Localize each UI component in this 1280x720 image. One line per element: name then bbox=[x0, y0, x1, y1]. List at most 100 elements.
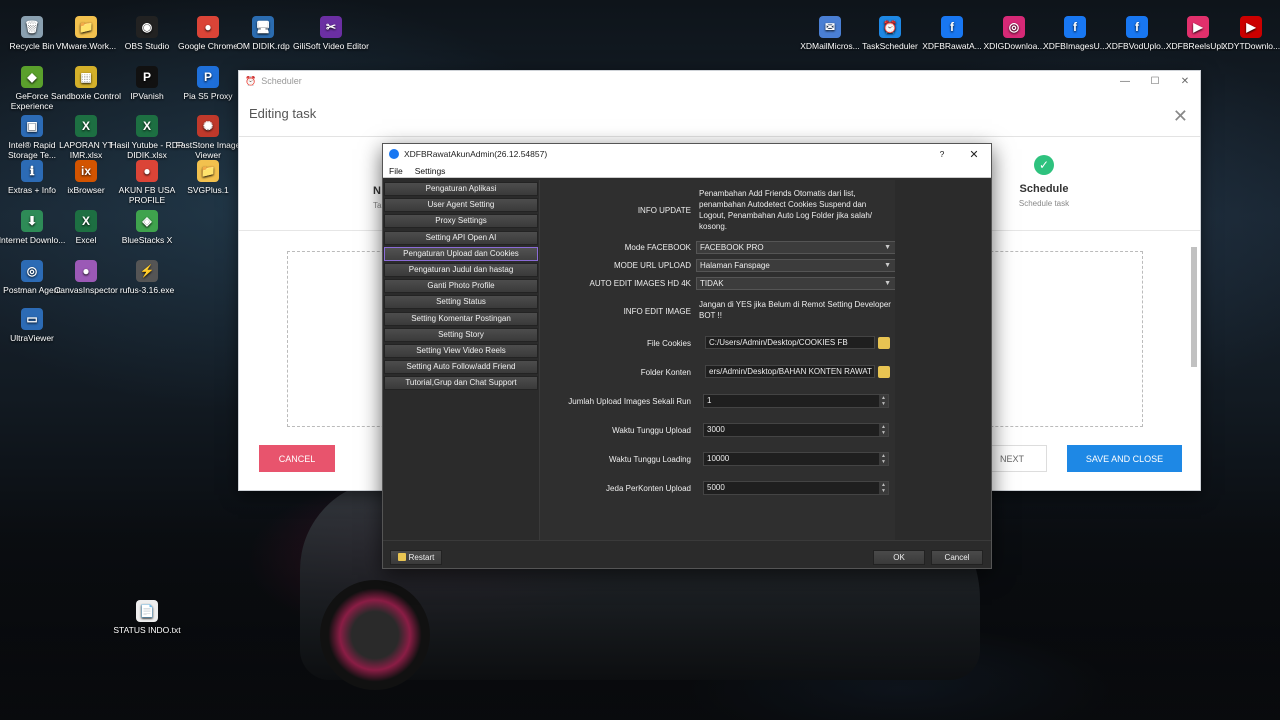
settings-form: INFO UPDATE Penambahan Add Friends Otoma… bbox=[539, 180, 896, 540]
nav-item[interactable]: Pengaturan Judul dan hastag bbox=[384, 262, 538, 277]
menu-file[interactable]: File bbox=[383, 164, 409, 177]
auto-edit-label: AUTO EDIT IMAGES HD 4K bbox=[589, 279, 691, 288]
close-icon[interactable]: ✕ bbox=[957, 148, 991, 161]
file-cookies-input[interactable]: C:/Users/Admin/Desktop/COOKIES FB bbox=[705, 336, 875, 349]
desktop-icon-label: FastStone Image Viewer bbox=[175, 140, 241, 160]
restart-button[interactable]: Restart bbox=[390, 550, 442, 565]
right-panel bbox=[895, 180, 991, 540]
jeda-spinbox[interactable]: 5000 ▲ ▼ bbox=[703, 481, 889, 495]
desktop-icon-label: Pia S5 Proxy bbox=[183, 91, 233, 101]
nav-item[interactable]: User Agent Setting bbox=[384, 198, 538, 213]
minimize-icon[interactable]: — bbox=[1110, 76, 1140, 87]
info-update-text: Penambahan Add Friends Otomatis dari lis… bbox=[699, 189, 873, 231]
info-edit-text: Jangan di YES jika Belum di Remot Settin… bbox=[699, 300, 891, 320]
step-schedule: ✓ Schedule Schedule task bbox=[1009, 155, 1079, 208]
mode-facebook-select[interactable]: FACEBOOK PRO ▼ bbox=[696, 241, 896, 254]
spin-arrows-icon[interactable]: ▲ ▼ bbox=[879, 453, 888, 465]
app-icon: ⬇ bbox=[21, 210, 43, 232]
mode-url-select[interactable]: Halaman Fanspage ▼ bbox=[696, 259, 896, 272]
row-tunggu-loading: Waktu Tunggu Loading 10000 ▲ ▼ bbox=[540, 452, 896, 468]
close-icon[interactable]: ✕ bbox=[1170, 76, 1200, 87]
restart-icon bbox=[397, 553, 406, 561]
clock-icon: ⏰ bbox=[245, 75, 257, 86]
folder-konten-input[interactable]: ers/Admin/Desktop/BAHAN KONTEN RAWAT bbox=[705, 365, 875, 378]
cancel-button[interactable]: CANCEL bbox=[259, 445, 335, 472]
tunggu-upload-spinbox[interactable]: 3000 ▲ ▼ bbox=[703, 423, 889, 437]
maximize-icon[interactable]: ☐ bbox=[1140, 76, 1170, 87]
app-icon: ℹ bbox=[21, 160, 43, 182]
app-icon: P bbox=[197, 66, 219, 88]
nav-item[interactable]: Setting Auto Follow/add Friend bbox=[384, 360, 538, 375]
spin-arrows-icon[interactable]: ▲ ▼ bbox=[879, 424, 888, 436]
chevron-down-icon: ▼ bbox=[884, 280, 891, 287]
app-icon: ✂ bbox=[320, 16, 342, 38]
app-icon: ▶ bbox=[1240, 16, 1262, 38]
desktop-icon[interactable]: 📁 SVGPlus.1 bbox=[170, 160, 246, 195]
nav-item[interactable]: Setting Komentar Postingan bbox=[384, 311, 538, 326]
jumlah-value: 1 bbox=[707, 396, 712, 405]
row-folder-konten: Folder Konten ers/Admin/Desktop/BAHAN KO… bbox=[540, 365, 896, 381]
spin-arrows-icon[interactable]: ▲ ▼ bbox=[879, 395, 888, 407]
desktop-icon[interactable]: ▶ XDYTDownlo... bbox=[1222, 16, 1280, 51]
facebook-icon bbox=[389, 149, 399, 159]
ok-button[interactable]: OK bbox=[873, 550, 925, 565]
nav-item[interactable]: Ganti Photo Profile bbox=[384, 279, 538, 294]
row-jeda: Jeda PerKonten Upload 5000 ▲ ▼ bbox=[540, 481, 896, 497]
scheduler-heading: Editing task bbox=[239, 91, 1200, 137]
desktop-icon[interactable]: ⚡ rufus-3.16.exe bbox=[109, 260, 185, 295]
nav-item[interactable]: Proxy Settings bbox=[384, 214, 538, 229]
nav-item[interactable]: Tutorial,Grup dan Chat Support bbox=[384, 376, 538, 391]
desktop-icon[interactable]: ◈ BlueStacks X bbox=[109, 210, 185, 245]
nav-item[interactable]: Setting Status bbox=[384, 295, 538, 310]
close-dialog-icon[interactable]: ✕ bbox=[1173, 106, 1188, 127]
nav-item[interactable]: Setting Story bbox=[384, 327, 538, 342]
jumlah-label: Jumlah Upload Images Sekali Run bbox=[568, 397, 691, 406]
nav-item[interactable]: Pengaturan Aplikasi bbox=[384, 182, 538, 196]
app-icon: ✉ bbox=[819, 16, 841, 38]
app-icon: 🗑 bbox=[21, 16, 43, 38]
app-icon: ix bbox=[75, 160, 97, 182]
desktop-icon[interactable]: ✂ GiliSoft Video Editor bbox=[293, 16, 369, 51]
menubar: File Settings bbox=[383, 164, 991, 178]
desktop-icon[interactable]: 🖥 OM DIDIK.rdp bbox=[225, 16, 301, 51]
auto-edit-select[interactable]: TIDAK ▼ bbox=[696, 277, 896, 290]
row-info-edit: INFO EDIT IMAGE Jangan di YES jika Belum… bbox=[540, 297, 896, 327]
app-icon: ▣ bbox=[21, 115, 43, 137]
folder-browse-icon[interactable] bbox=[878, 366, 890, 378]
tunggu-loading-spinbox[interactable]: 10000 ▲ ▼ bbox=[703, 452, 889, 466]
nav-item[interactable]: Setting API Open AI bbox=[384, 230, 538, 245]
scheduler-titlebar: ⏰ Scheduler — ☐ ✕ bbox=[239, 71, 1200, 91]
jeda-value: 5000 bbox=[707, 483, 725, 492]
chevron-down-icon: ▼ bbox=[884, 244, 891, 251]
step-schedule-title: Schedule bbox=[1019, 183, 1069, 195]
app-icon: 📁 bbox=[75, 16, 97, 38]
jumlah-spinbox[interactable]: 1 ▲ ▼ bbox=[703, 394, 889, 408]
app-icon: ● bbox=[197, 16, 219, 38]
app-icon: ⏰ bbox=[879, 16, 901, 38]
desktop-icon[interactable]: ▭ UltraViewer bbox=[0, 308, 70, 343]
cancel-button[interactable]: Cancel bbox=[931, 550, 983, 565]
dialog-footer: Restart OK Cancel bbox=[383, 540, 991, 568]
desktop-icon[interactable]: P Pia S5 Proxy bbox=[170, 66, 246, 101]
menu-settings[interactable]: Settings bbox=[409, 164, 452, 177]
nav-item[interactable]: Setting View Video Reels bbox=[384, 343, 538, 358]
desktop-icon[interactable]: ✺ FastStone Image Viewer bbox=[170, 115, 246, 160]
app-icon: ▶ bbox=[1187, 16, 1209, 38]
spin-arrows-icon[interactable]: ▲ ▼ bbox=[879, 482, 888, 494]
file-cookies-label: File Cookies bbox=[646, 339, 691, 348]
app-icon: f bbox=[941, 16, 963, 38]
desktop-icon-label: SVGPlus.1 bbox=[187, 185, 229, 195]
scrollbar[interactable] bbox=[1190, 235, 1198, 423]
jeda-label: Jeda PerKonten Upload bbox=[606, 484, 691, 493]
nav-item[interactable]: Pengaturan Upload dan Cookies bbox=[384, 246, 538, 261]
wallpaper-wheel bbox=[320, 580, 430, 690]
folder-browse-icon[interactable] bbox=[878, 337, 890, 349]
app-icon: 🖥 bbox=[252, 16, 274, 38]
app-icon: f bbox=[1064, 16, 1086, 38]
help-icon[interactable]: ? bbox=[927, 149, 957, 159]
row-jumlah: Jumlah Upload Images Sekali Run 1 ▲ ▼ bbox=[540, 394, 896, 410]
tunggu-upload-value: 3000 bbox=[707, 425, 725, 434]
app-icon: ◎ bbox=[1003, 16, 1025, 38]
desktop-icon[interactable]: 📄 STATUS INDO.txt bbox=[109, 600, 185, 635]
save-and-close-button[interactable]: SAVE AND CLOSE bbox=[1067, 445, 1182, 472]
